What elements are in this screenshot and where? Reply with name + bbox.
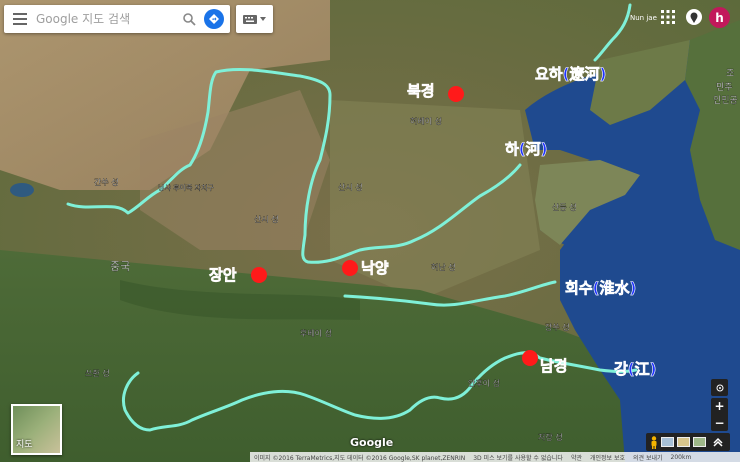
zoom-in-button[interactable]: + — [711, 398, 728, 415]
river-label-jiang: 강(江) — [614, 360, 657, 378]
label-anhui: 안후이 성 — [468, 378, 500, 388]
place-fragment: Nun jae — [630, 14, 657, 22]
label-korea-1: 민주 — [716, 82, 733, 93]
search-box — [4, 5, 230, 33]
label-ningxia: 닝샤 후이족 자치구 — [158, 183, 215, 192]
imagery-thumb-3[interactable] — [693, 437, 706, 447]
imagery-thumb-1[interactable] — [661, 437, 674, 447]
label-shandong: 산둥 성 — [552, 202, 577, 212]
search-icon — [182, 12, 196, 26]
zoom-out-button[interactable]: − — [711, 415, 728, 432]
city-dot-beijing[interactable] — [448, 86, 464, 102]
label-korea-north: 조 — [726, 69, 734, 79]
user-avatar[interactable]: h — [709, 7, 730, 28]
city-dot-nanjing[interactable] — [522, 350, 538, 366]
bottom-toolbar — [646, 433, 730, 451]
directions-icon — [209, 14, 219, 24]
label-hebei: 허베이 성 — [410, 116, 442, 126]
my-location-button[interactable] — [711, 379, 728, 396]
google-logo: Google — [350, 436, 394, 449]
label-henan: 허난 성 — [431, 263, 456, 272]
location-pin-icon — [690, 12, 698, 23]
city-label-luoyang: 낙양 — [361, 259, 389, 277]
minimap-label: 지도 — [16, 440, 33, 450]
minimap-toggle[interactable]: 지도 — [11, 404, 62, 455]
keyboard-icon — [243, 14, 257, 24]
expand-icon[interactable] — [713, 437, 723, 447]
satellite-map[interactable]: 중국 후베이 성 산시 성 산시 성 허베이 성 안후이 성 허난 성 저장 성… — [0, 0, 740, 462]
pegman-icon[interactable] — [650, 435, 658, 449]
directions-button[interactable] — [204, 9, 224, 29]
apps-icon[interactable] — [661, 10, 675, 24]
label-sichuan: 쓰촨 성 — [85, 369, 110, 378]
location-pin-button[interactable] — [686, 9, 702, 25]
city-label-beijing: 북경 — [407, 82, 435, 100]
city-dot-luoyang[interactable] — [342, 260, 358, 276]
attribution-notice: 3D 미스 보기를 사용할 수 없습니다 — [473, 454, 563, 462]
layer-toggle-button[interactable] — [236, 5, 273, 33]
label-jiangsu: 장쑤 성 — [545, 322, 570, 332]
feedback-link[interactable]: 의견 보내기 — [633, 453, 663, 462]
imagery-thumb-2[interactable] — [677, 437, 690, 447]
search-input[interactable] — [36, 12, 176, 26]
river-label-huai: 회수(淮水) — [565, 279, 636, 297]
search-button[interactable] — [176, 5, 202, 33]
chevron-down-icon — [260, 17, 266, 21]
zoom-controls: + − — [711, 398, 728, 431]
river-label-he: 하(河) — [505, 140, 548, 158]
city-dot-changan[interactable] — [251, 267, 267, 283]
label-hubei: 후베이 성 — [300, 328, 332, 338]
hamburger-icon — [13, 13, 27, 25]
menu-button[interactable] — [4, 5, 36, 33]
attribution-data: 이미지 ©2016 TerraMetrics,지도 데이터 ©2016 Goog… — [254, 454, 466, 462]
attribution-bar: 이미지 ©2016 TerraMetrics,지도 데이터 ©2016 Goog… — [250, 452, 740, 462]
city-label-nanjing: 남경 — [540, 357, 568, 375]
scale-label: 200km — [670, 453, 692, 461]
label-shanxi2: 산시 성 — [254, 214, 279, 224]
label-china: 중국 — [110, 260, 130, 273]
qinghai-lake — [10, 183, 34, 197]
terms-link[interactable]: 약관 — [571, 453, 582, 462]
crosshair-icon — [716, 384, 723, 391]
privacy-link[interactable]: 개인정보 보호 — [590, 453, 625, 462]
city-label-changan: 장안 — [209, 266, 237, 284]
label-korea-2: 인민공 — [713, 95, 738, 106]
label-shanxi: 산시 성 — [338, 182, 363, 192]
river-label-liao: 요하(遼河) — [535, 65, 606, 83]
label-gansu: 간쑤 성 — [94, 177, 119, 187]
label-zhejiang: 저장 성 — [538, 432, 563, 442]
